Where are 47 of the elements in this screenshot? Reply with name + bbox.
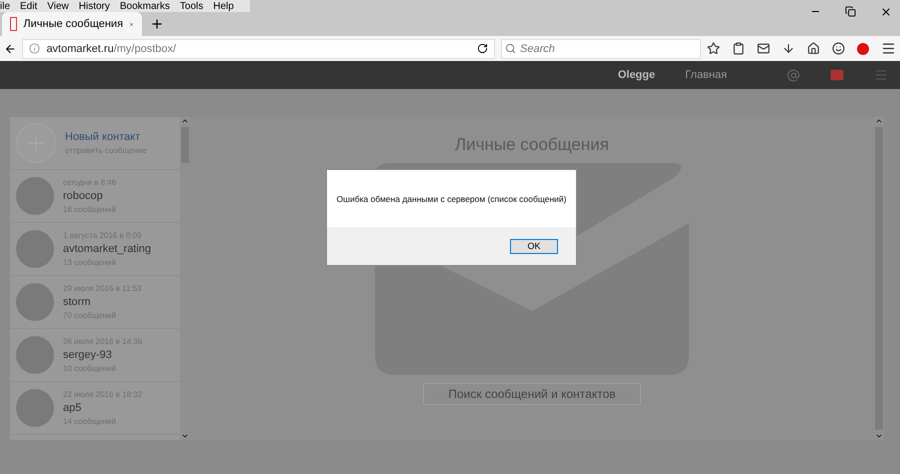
home-icon[interactable] xyxy=(807,42,820,55)
scroll-down-icon[interactable] xyxy=(875,432,883,440)
ok-button[interactable]: OK xyxy=(510,238,558,254)
address-field[interactable]: avtomarket.ru/my/postbox/ xyxy=(22,38,495,58)
menu-item[interactable]: Edit xyxy=(20,0,38,12)
scrollbar[interactable] xyxy=(180,117,190,440)
search-field[interactable]: Search xyxy=(501,38,701,58)
menu-item[interactable]: History xyxy=(78,0,110,12)
close-icon[interactable] xyxy=(880,6,892,18)
new-tab-icon[interactable] xyxy=(150,17,164,31)
menu-item[interactable]: Tools xyxy=(180,0,204,12)
menu-item[interactable]: Help xyxy=(213,0,234,12)
reload-icon[interactable] xyxy=(477,43,488,54)
error-message: Ошибка обмена данными с сервером (список сообщений) xyxy=(327,170,576,227)
url-domain: avtomarket.ru xyxy=(46,42,114,54)
clipboard-icon[interactable] xyxy=(732,42,745,55)
avatar-placeholder xyxy=(16,177,54,215)
menu-icon[interactable] xyxy=(881,41,896,56)
contact-name: sergey-93 xyxy=(63,349,113,361)
avatar-placeholder xyxy=(16,336,54,374)
download-icon[interactable] xyxy=(782,42,795,55)
adblock-icon[interactable] xyxy=(857,42,869,54)
avatar-placeholder xyxy=(16,389,54,427)
scroll-up-icon[interactable] xyxy=(875,117,883,125)
scroll-down-icon[interactable] xyxy=(181,432,189,440)
contact-name: avtomarket_rating xyxy=(63,243,152,255)
contact-name: robocop xyxy=(63,190,104,202)
url-path: /my/postbox/ xyxy=(114,42,176,54)
home-link[interactable]: Главная xyxy=(685,69,727,81)
avatar-placeholder xyxy=(16,230,54,268)
contact-name: ap5 xyxy=(63,402,82,414)
scroll-thumb[interactable] xyxy=(181,127,189,163)
restore-icon[interactable] xyxy=(845,6,856,17)
chat-icon[interactable] xyxy=(832,42,845,55)
info-icon[interactable] xyxy=(29,43,40,54)
contact-name: storm xyxy=(63,296,92,308)
scroll-up-icon[interactable] xyxy=(181,117,189,125)
menu-item[interactable]: Bookmarks xyxy=(120,0,170,12)
star-icon[interactable] xyxy=(707,42,720,55)
browser-tab[interactable]: Личные сообщения xyxy=(2,12,142,36)
site-logo-icon xyxy=(10,17,18,31)
scrollbar[interactable] xyxy=(874,117,884,440)
menu-item[interactable]: ile xyxy=(0,0,10,12)
new-contact-title: Новый контакт xyxy=(65,131,142,143)
avatar-placeholder xyxy=(16,283,54,321)
menu-item[interactable]: View xyxy=(47,0,69,12)
user-link[interactable]: Olegge xyxy=(618,69,656,81)
